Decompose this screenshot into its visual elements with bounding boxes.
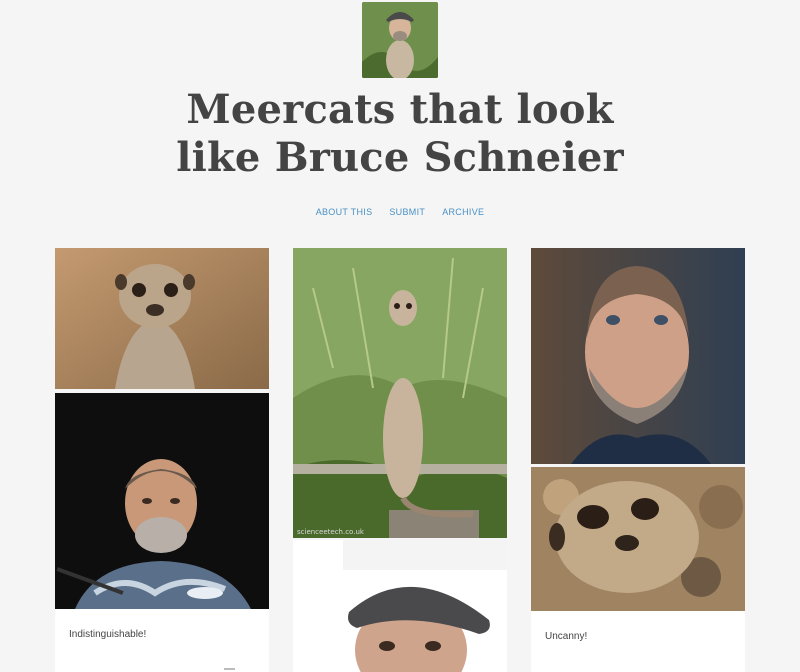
title-line-1: Meercats that look [186, 86, 614, 133]
reblog-icon[interactable] [223, 666, 237, 672]
post-photo-schneier-cap[interactable] [293, 540, 507, 672]
nav-archive-link[interactable]: ARCHIVE [442, 207, 484, 217]
post-card-1: Indistinguishable! [55, 609, 269, 672]
blog-nav: ABOUT THIS SUBMIT ARCHIVE [0, 207, 800, 217]
post-photo-schneier-portrait[interactable] [531, 248, 745, 464]
nav-about-link[interactable]: ABOUT THIS [316, 207, 373, 217]
post-caption: Uncanny! [545, 631, 588, 642]
post-caption: Indistinguishable! [69, 629, 147, 640]
title-line-2: like Bruce Schneier [176, 134, 624, 181]
blog-avatar[interactable] [362, 2, 438, 78]
post-photo-meerkat-closeup[interactable] [531, 467, 745, 611]
nav-submit-link[interactable]: SUBMIT [389, 207, 425, 217]
post-photo-meerkat-standing[interactable]: scienceetech.co.uk [293, 248, 507, 538]
blog-title: Meercats that look like Bruce Schneier [100, 86, 700, 182]
post-card-2: Uncanny! [531, 611, 745, 672]
post-photo-schneier-speaking[interactable] [55, 393, 269, 609]
post-photo-meerkat-1[interactable] [55, 248, 269, 389]
photo-watermark: scienceetech.co.uk [297, 528, 364, 536]
